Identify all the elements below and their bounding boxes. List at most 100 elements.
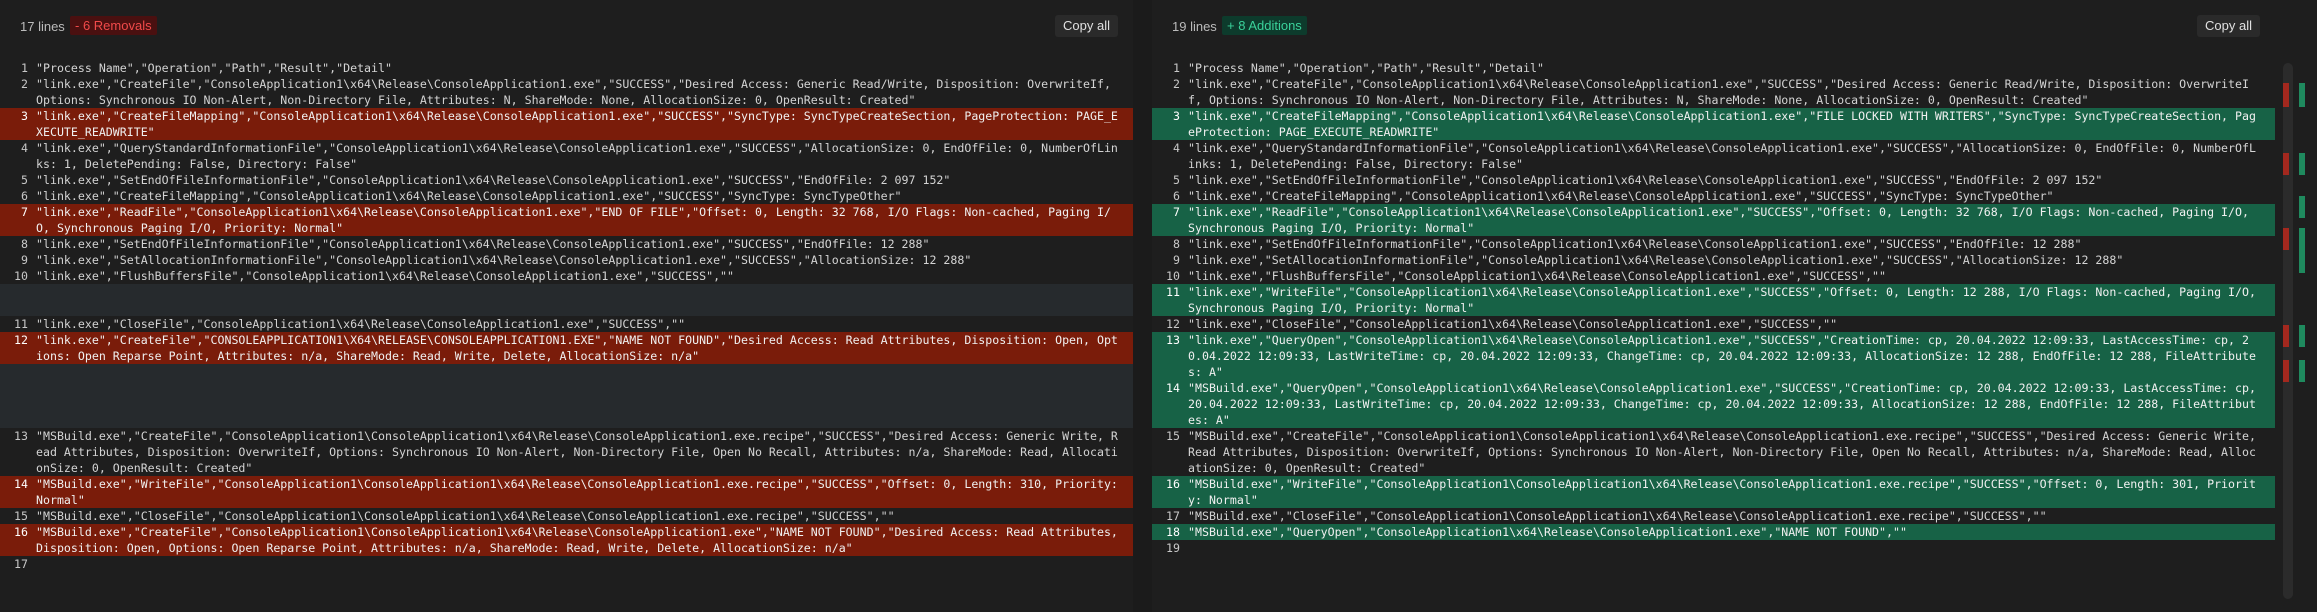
addition-marker bbox=[2299, 153, 2305, 175]
code-line: 9 "link.exe","SetAllocationInformationFil… bbox=[0, 252, 1133, 268]
line-number: 9 bbox=[1173, 253, 1180, 267]
line-text: "link.exe","WriteFile","ConsoleApplicati… bbox=[1188, 285, 2263, 315]
addition-marker bbox=[2299, 196, 2305, 218]
left-code-view[interactable]: 1 "Process Name","Operation","Path","Resu… bbox=[0, 60, 1133, 572]
line-text: "MSBuild.exe","QueryOpen","ConsoleApplic… bbox=[1188, 381, 2263, 427]
added-line: 7 "link.exe","ReadFile","ConsoleApplicati… bbox=[1152, 204, 2275, 236]
line-text: "link.exe","SetEndOfFileInformationFile"… bbox=[36, 173, 951, 187]
line-number: 14 bbox=[14, 477, 28, 491]
line-text: "link.exe","CreateFileMapping","ConsoleA… bbox=[36, 109, 1118, 139]
line-text: "link.exe","QueryStandardInformationFile… bbox=[36, 141, 1118, 171]
line-text: "link.exe","FlushBuffersFile","ConsoleAp… bbox=[36, 269, 735, 283]
code-line: 11 "link.exe","CloseFile","ConsoleApplica… bbox=[0, 316, 1133, 332]
line-text: "Process Name","Operation","Path","Resul… bbox=[1188, 61, 1544, 75]
code-line: 8 "link.exe","SetEndOfFileInformationFile… bbox=[1152, 236, 2275, 252]
line-number: 17 bbox=[1166, 509, 1180, 523]
code-line: 2 "link.exe","CreateFile","ConsoleApplica… bbox=[0, 76, 1133, 108]
code-line: 15 "MSBuild.exe","CreateFile","ConsoleApp… bbox=[1152, 428, 2275, 476]
line-text: "link.exe","SetAllocationInformationFile… bbox=[1188, 253, 2124, 267]
line-text: "link.exe","CloseFile","ConsoleApplicati… bbox=[36, 317, 686, 331]
code-line: 10 "link.exe","FlushBuffersFile","Console… bbox=[1152, 268, 2275, 284]
line-number: 11 bbox=[1166, 285, 1180, 299]
line-number: 4 bbox=[21, 141, 28, 155]
line-text: "link.exe","QueryStandardInformationFile… bbox=[1188, 141, 2256, 171]
right-lines-count: 19 lines bbox=[1172, 19, 1217, 34]
line-text: "MSBuild.exe","CreateFile","ConsoleAppli… bbox=[1188, 429, 2263, 475]
line-number: 10 bbox=[1166, 269, 1180, 283]
line-text: "MSBuild.exe","QueryOpen","ConsoleApplic… bbox=[1188, 525, 1907, 539]
addition-marker bbox=[2299, 325, 2305, 347]
line-number: 11 bbox=[14, 317, 28, 331]
removed-line: 14 "MSBuild.exe","WriteFile","ConsoleAppl… bbox=[0, 476, 1133, 508]
line-number: 9 bbox=[21, 253, 28, 267]
code-line: 1 "Process Name","Operation","Path","Resu… bbox=[1152, 60, 2275, 76]
line-text: "link.exe","CreateFileMapping","ConsoleA… bbox=[1188, 189, 2054, 203]
code-line: 10 "link.exe","FlushBuffersFile","Console… bbox=[0, 268, 1133, 284]
line-text: "link.exe","ReadFile","ConsoleApplicatio… bbox=[36, 205, 1111, 235]
left-pane: 17 lines - 6 Removals Copy all 1 "Process… bbox=[0, 0, 1133, 612]
removal-marker bbox=[2283, 228, 2289, 250]
code-line: 4 "link.exe","QueryStandardInformationFil… bbox=[1152, 140, 2275, 172]
line-text: "Process Name","Operation","Path","Resul… bbox=[36, 61, 392, 75]
addition-marker bbox=[2299, 228, 2305, 273]
code-line: 6 "link.exe","CreateFileMapping","Console… bbox=[1152, 188, 2275, 204]
code-line: 13 "MSBuild.exe","CreateFile","ConsoleApp… bbox=[0, 428, 1133, 476]
line-text: "link.exe","CreateFile","ConsoleApplicat… bbox=[36, 77, 1118, 107]
line-number: 6 bbox=[21, 189, 28, 203]
line-number: 8 bbox=[1173, 237, 1180, 251]
left-copy-all-button[interactable]: Copy all bbox=[1055, 15, 1118, 37]
line-text: "MSBuild.exe","CloseFile","ConsoleApplic… bbox=[36, 509, 895, 523]
line-number: 2 bbox=[1173, 77, 1180, 91]
line-number: 5 bbox=[21, 173, 28, 187]
removals-badge: - 6 Removals bbox=[70, 16, 157, 35]
line-number: 14 bbox=[1166, 381, 1180, 395]
line-text: "link.exe","SetEndOfFileInformationFile"… bbox=[36, 237, 930, 251]
line-text: "link.exe","CreateFileMapping","ConsoleA… bbox=[36, 189, 902, 203]
added-line: 11 "link.exe","WriteFile","ConsoleApplica… bbox=[1152, 284, 2275, 316]
diff-overview-ruler[interactable] bbox=[2279, 63, 2312, 599]
line-number: 1 bbox=[21, 61, 28, 75]
removal-marker bbox=[2283, 153, 2289, 175]
removed-line: 3 "link.exe","CreateFileMapping","Console… bbox=[0, 108, 1133, 140]
added-line: 16 "MSBuild.exe","WriteFile","ConsoleAppl… bbox=[1152, 476, 2275, 508]
line-number: 17 bbox=[14, 557, 28, 571]
code-line: 4 "link.exe","QueryStandardInformationFil… bbox=[0, 140, 1133, 172]
right-code-view[interactable]: 1 "Process Name","Operation","Path","Resu… bbox=[1152, 60, 2275, 556]
code-line: 2 "link.exe","CreateFile","ConsoleApplica… bbox=[1152, 76, 2275, 108]
removed-line: 16 "MSBuild.exe","CreateFile","ConsoleApp… bbox=[0, 524, 1133, 556]
line-text: "link.exe","SetAllocationInformationFile… bbox=[36, 253, 972, 267]
line-number: 18 bbox=[1166, 525, 1180, 539]
code-line: 12 "link.exe","CloseFile","ConsoleApplica… bbox=[1152, 316, 2275, 332]
line-number: 7 bbox=[1173, 205, 1180, 219]
code-line: 1 "Process Name","Operation","Path","Resu… bbox=[0, 60, 1133, 76]
line-number: 3 bbox=[21, 109, 28, 123]
code-line: 8 "link.exe","SetEndOfFileInformationFile… bbox=[0, 236, 1133, 252]
right-pane: 19 lines + 8 Additions Copy all 1 "Proces… bbox=[1152, 0, 2275, 612]
addition-marker bbox=[2299, 83, 2305, 107]
right-header: 19 lines + 8 Additions Copy all bbox=[1172, 15, 2275, 37]
code-line: 5 "link.exe","SetEndOfFileInformationFile… bbox=[0, 172, 1133, 188]
line-number: 16 bbox=[14, 525, 28, 539]
line-number: 5 bbox=[1173, 173, 1180, 187]
pane-divider bbox=[1133, 0, 1152, 612]
code-line: 5 "link.exe","SetEndOfFileInformationFile… bbox=[1152, 172, 2275, 188]
code-line: 17 "MSBuild.exe","CloseFile","ConsoleAppl… bbox=[1152, 508, 2275, 524]
line-text: "link.exe","ReadFile","ConsoleApplicatio… bbox=[1188, 205, 2256, 235]
diff-spacer bbox=[0, 364, 1133, 428]
line-number: 2 bbox=[21, 77, 28, 91]
code-line: 6 "link.exe","CreateFileMapping","Console… bbox=[0, 188, 1133, 204]
line-text: "link.exe","CreateFile","ConsoleApplicat… bbox=[1188, 77, 2249, 107]
line-text: "MSBuild.exe","CloseFile","ConsoleApplic… bbox=[1188, 509, 2047, 523]
removal-marker bbox=[2283, 360, 2289, 382]
code-line: 15 "MSBuild.exe","CloseFile","ConsoleAppl… bbox=[0, 508, 1133, 524]
line-text: "MSBuild.exe","CreateFile","ConsoleAppli… bbox=[36, 525, 1125, 555]
left-header: 17 lines - 6 Removals Copy all bbox=[20, 15, 1133, 37]
line-number: 13 bbox=[14, 429, 28, 443]
line-number: 13 bbox=[1166, 333, 1180, 347]
removed-line: 7 "link.exe","ReadFile","ConsoleApplicati… bbox=[0, 204, 1133, 236]
line-number: 19 bbox=[1166, 541, 1180, 555]
added-line: 13 "link.exe","QueryOpen","ConsoleApplica… bbox=[1152, 332, 2275, 380]
line-number: 10 bbox=[14, 269, 28, 283]
added-line: 3 "link.exe","CreateFileMapping","Console… bbox=[1152, 108, 2275, 140]
right-copy-all-button[interactable]: Copy all bbox=[2197, 15, 2260, 37]
